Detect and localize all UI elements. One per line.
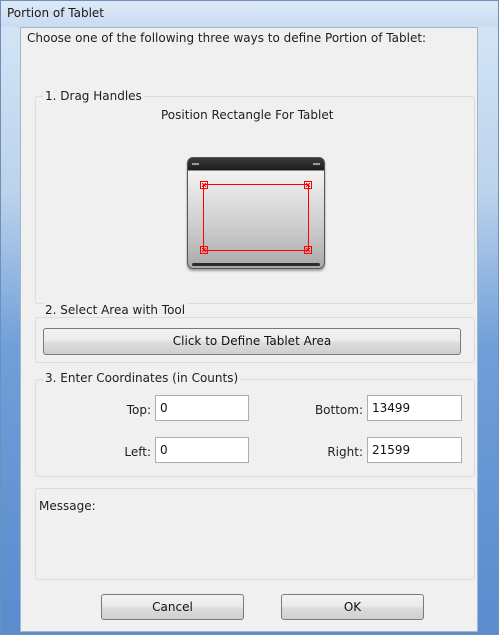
top-label: Top: [126, 403, 151, 417]
dialog-content: Choose one of the following three ways t… [20, 27, 478, 632]
tablet-preview [187, 157, 325, 269]
coordinates-label: 3. Enter Coordinates (in Counts) [43, 371, 241, 385]
tablet-base [192, 263, 320, 266]
title-bar[interactable]: Portion of Tablet [1, 1, 498, 27]
drag-handles-label: 1. Drag Handles [43, 89, 144, 103]
tablet-area-rectangle[interactable] [200, 181, 312, 254]
top-field[interactable] [155, 395, 249, 421]
left-label: Left: [124, 445, 151, 459]
handle-top-left-icon[interactable] [200, 181, 208, 189]
ok-button[interactable]: OK [281, 594, 424, 620]
handle-bottom-left-icon[interactable] [200, 246, 208, 254]
tablet-indicator-left [192, 163, 199, 165]
left-field[interactable] [155, 437, 249, 463]
right-label: Right: [327, 445, 363, 459]
select-area-label: 2. Select Area with Tool [43, 303, 188, 317]
message-label: Message: [39, 499, 96, 513]
bottom-field[interactable] [367, 395, 462, 421]
right-field[interactable] [367, 437, 462, 463]
handle-bottom-right-icon[interactable] [304, 246, 312, 254]
handle-top-right-icon[interactable] [304, 181, 312, 189]
rectangle-caption: Position Rectangle For Tablet [161, 108, 334, 122]
bottom-label: Bottom: [314, 403, 363, 417]
window-title: Portion of Tablet [7, 6, 105, 20]
define-tablet-area-button[interactable]: Click to Define Tablet Area [43, 328, 461, 355]
dialog-window: Portion of Tablet Choose one of the foll… [0, 0, 499, 635]
cancel-button[interactable]: Cancel [101, 594, 244, 620]
message-text [41, 520, 461, 570]
instruction-text: Choose one of the following three ways t… [27, 31, 427, 45]
tablet-indicator-right [313, 163, 320, 165]
